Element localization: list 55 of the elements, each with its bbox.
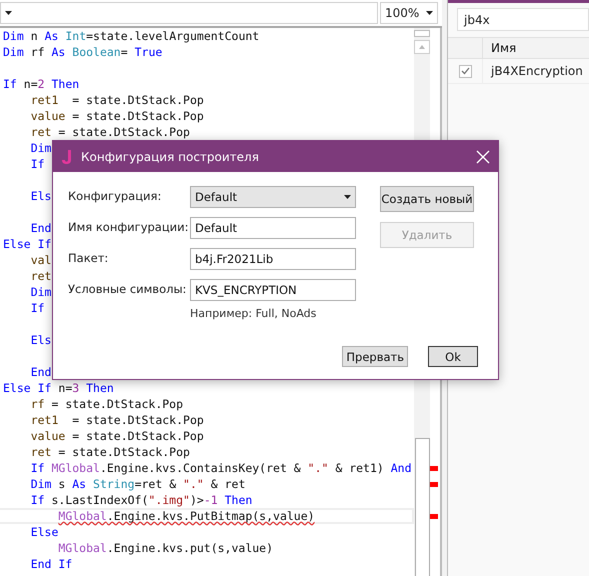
code-line: Els — [30, 333, 52, 347]
code-line: value = state.DtStack.Pop — [30, 429, 204, 443]
code-line: End — [30, 221, 52, 235]
code-line: If — [30, 301, 45, 315]
code-line: ret = state.DtStack.Pop — [30, 125, 190, 139]
dropdown-caret-icon — [344, 195, 351, 199]
input-field[interactable]: Default — [190, 217, 356, 239]
input-field[interactable]: KVS_ENCRYPTION — [190, 279, 356, 301]
code-line: If — [30, 157, 45, 171]
code-line: ret1 = state.DtStack.Pop — [30, 413, 204, 427]
code-line: Dim — [30, 285, 52, 299]
code-line: ret = state.DtStack.Pop — [30, 445, 190, 459]
code-line: ret — [30, 269, 52, 283]
dialog-button[interactable]: Прервать — [342, 346, 408, 367]
dialog-button[interactable]: Ok — [428, 346, 478, 367]
close-icon[interactable] — [476, 150, 490, 164]
dialog-button[interactable]: Создать новый — [380, 186, 474, 212]
code-line: Dim — [30, 141, 52, 155]
code-line: Dim n As Int=state.levelArgumentCount — [3, 29, 260, 43]
dropdown-caret-icon — [5, 11, 12, 15]
scroll-thumb[interactable] — [415, 438, 430, 576]
code-line: Else If — [3, 237, 52, 251]
search-field[interactable]: jb4x — [457, 8, 589, 31]
code-line: Else If n=3 Then — [3, 381, 114, 395]
code-line: End — [30, 365, 52, 379]
code-line: value = state.DtStack.Pop — [30, 109, 204, 123]
field-label: Условные символы: — [68, 281, 188, 298]
code-line: rf = state.DtStack.Pop — [30, 397, 184, 411]
hint-text: Например: Full, NoAds — [190, 307, 318, 320]
input-field[interactable]: b4j.Fr2021Lib — [190, 248, 356, 270]
code-line: val — [30, 253, 52, 267]
code-line: MGlobal.Engine.kvs.put(s,value) — [57, 541, 274, 555]
code-line: If n=2 Then — [3, 77, 80, 91]
code-line: Else — [30, 525, 58, 539]
zoom-dropdown[interactable]: 100% — [380, 2, 438, 24]
code-line: End If — [30, 557, 72, 571]
code-line: MGlobal.Engine.kvs.PutBitmap(s,value) — [58, 509, 315, 523]
code-line: Els — [30, 189, 52, 203]
code-line: If s.LastIndexOf(".img")>-1 Then — [30, 493, 252, 507]
error-marker[interactable] — [430, 514, 438, 518]
error-marker[interactable] — [430, 482, 438, 486]
configuration-dropdown[interactable]: Default — [190, 186, 356, 208]
error-marker[interactable] — [430, 466, 438, 470]
dropdown-caret-icon — [426, 11, 433, 15]
code-line: Dim s As String=ret & "." & ret — [30, 477, 246, 491]
code-line: Dim rf As Boolean= True — [3, 45, 162, 59]
code-line: If MGlobal.Engine.kvs.ContainsKey(ret & "." & ret1) And — [30, 461, 412, 475]
field-label: Имя конфигурации: — [68, 219, 190, 236]
code-line: ret1 = state.DtStack.Pop — [30, 93, 204, 107]
j-logo-icon — [62, 148, 72, 164]
library-name: jB4XEncryption — [490, 64, 583, 78]
dialog-title: Конфигурация построителя — [81, 150, 260, 164]
field-label: Пакет: — [68, 250, 110, 267]
field-label: Конфигурация: — [68, 188, 162, 205]
checkbox[interactable] — [458, 64, 472, 78]
